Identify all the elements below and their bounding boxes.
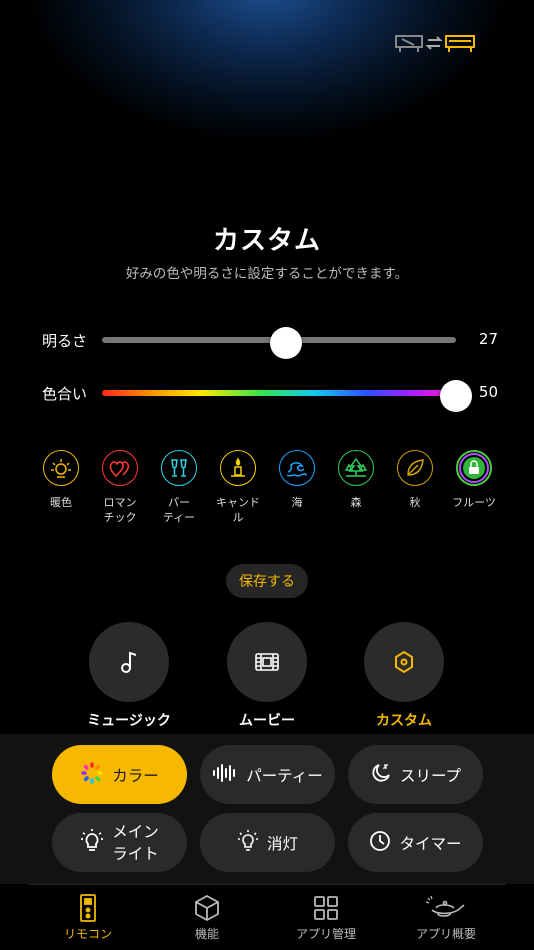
scene-label: 森	[350, 496, 362, 509]
tab-app-management[interactable]: アプリ管理	[266, 891, 386, 942]
scene-label: 秋	[409, 496, 421, 509]
save-button[interactable]: 保存する	[226, 564, 308, 598]
brightness-label: 明るさ	[42, 332, 88, 350]
film-icon	[227, 622, 307, 702]
brightness-slider[interactable]	[102, 327, 456, 359]
tab-label: アプリ概要	[415, 927, 476, 941]
hearts-icon	[102, 450, 138, 486]
brightness-slider-thumb[interactable]	[270, 327, 303, 359]
scene-romantic[interactable]: ロマン チック	[90, 450, 150, 525]
main-light-label: メイン ライト	[112, 822, 159, 863]
color-button[interactable]: カラー	[52, 745, 187, 804]
tab-label: 機能	[194, 927, 219, 941]
scene-candle[interactable]: キャンド ル	[208, 450, 268, 525]
mode-music[interactable]: ミュージック	[69, 622, 189, 730]
fruit-icon	[456, 450, 492, 486]
scene-label: パー ティー	[162, 496, 196, 524]
light-bulb-icon	[80, 828, 104, 858]
room-swap-icon[interactable]	[394, 32, 478, 54]
tab-label: リモコン	[63, 927, 112, 941]
wave-icon	[279, 450, 315, 486]
sleep-label: スリープ	[399, 766, 462, 785]
hue-slider[interactable]	[102, 380, 472, 412]
forest-icon	[338, 450, 374, 486]
main-light-button[interactable]: メイン ライト	[52, 813, 187, 872]
app-screen: カスタム 好みの色や明るさに設定することができます。 明るさ 27 色合い 50…	[0, 0, 534, 950]
scene-label: 暖色	[50, 496, 72, 509]
party-button[interactable]: パーティー	[200, 745, 335, 804]
sound-wave-icon	[212, 762, 238, 788]
lights-off-button[interactable]: 消灯	[200, 813, 335, 872]
page-subtitle: 好みの色や明るさに設定することができます。	[125, 266, 409, 282]
clock-icon	[369, 830, 391, 856]
mode-label: ミュージック	[87, 713, 171, 729]
brightness-slider-row: 明るさ 27	[42, 324, 498, 359]
hue-slider-row: 色合い 50	[42, 377, 498, 412]
color-wheel-icon	[80, 761, 104, 789]
genie-lamp-icon	[386, 891, 506, 925]
brightness-value: 27	[478, 330, 498, 348]
scene-autumn[interactable]: 秋	[385, 450, 445, 510]
leaf-icon	[397, 450, 433, 486]
mode-custom[interactable]: カスタム	[344, 622, 464, 730]
timer-button[interactable]: タイマー	[348, 813, 483, 872]
tab-label: アプリ管理	[295, 927, 356, 941]
party-label: パーティー	[246, 766, 323, 785]
moon-icon	[370, 762, 392, 788]
lights-off-label: 消灯	[266, 834, 298, 853]
tab-app-overview[interactable]: アプリ概要	[386, 891, 506, 942]
hue-value: 50	[478, 383, 498, 401]
sun-icon	[43, 450, 79, 486]
hexagon-icon	[364, 622, 444, 702]
color-label: カラー	[112, 766, 159, 785]
scene-sea[interactable]: 海	[267, 450, 327, 510]
tab-remote[interactable]: リモコン	[28, 891, 148, 942]
remote-icon	[28, 891, 148, 925]
light-off-icon	[237, 829, 259, 857]
page-title: カスタム	[212, 226, 321, 256]
sleep-button[interactable]: スリープ	[348, 745, 483, 804]
mode-movie[interactable]: ムービー	[207, 622, 327, 730]
scene-presets: 暖色 ロマン チック パー ティー キャンド ル 海 森 秋 フルーツ	[28, 450, 506, 530]
cube-icon	[147, 891, 267, 925]
scene-fruit[interactable]: フルーツ	[444, 450, 504, 510]
music-note-icon	[89, 622, 169, 702]
mode-label: カスタム	[376, 713, 432, 729]
timer-label: タイマー	[399, 834, 462, 853]
control-panel: カラー パーティー スリープ メイン ライト 消灯 タイマー	[0, 734, 534, 884]
scene-label: キャンド ル	[216, 496, 260, 524]
hue-label: 色合い	[42, 385, 88, 403]
scene-label: フルーツ	[452, 496, 496, 509]
mode-label: ムービー	[239, 713, 295, 729]
glasses-icon	[161, 450, 197, 486]
scene-warm[interactable]: 暖色	[31, 450, 91, 510]
scene-label: ロマン チック	[103, 496, 137, 524]
grid-icon	[266, 891, 386, 925]
tab-bar: リモコン 機能 アプリ管理 アプリ概要	[28, 884, 506, 950]
scene-party[interactable]: パー ティー	[149, 450, 209, 525]
candle-icon	[220, 450, 256, 486]
scene-forest[interactable]: 森	[326, 450, 386, 510]
scene-label: 海	[291, 496, 303, 509]
tab-features[interactable]: 機能	[147, 891, 267, 942]
